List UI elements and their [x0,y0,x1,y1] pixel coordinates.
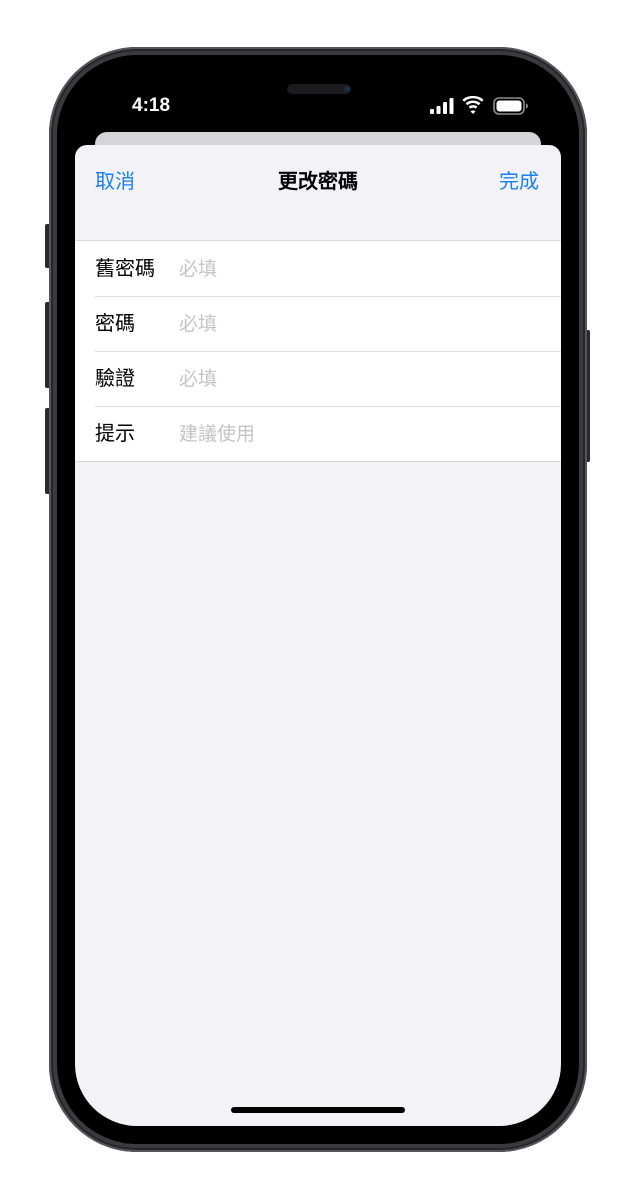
form-row-hint: 提示 [75,406,561,461]
sheet-title: 更改密碼 [278,169,358,193]
old-password-field[interactable] [179,251,539,286]
change-password-sheet: 取消 更改密碼 完成 舊密碼 密碼 驗證 提示 [75,145,561,1126]
form-row-verify: 驗證 [75,351,561,406]
earpiece-speaker [287,84,351,94]
new-password-field[interactable] [179,306,539,341]
password-form: 舊密碼 密碼 驗證 提示 [75,240,561,462]
home-indicator[interactable] [231,1107,405,1113]
form-row-old-password: 舊密碼 [75,241,561,296]
old-password-label: 舊密碼 [95,256,155,280]
hint-label: 提示 [95,421,135,445]
verify-label: 驗證 [95,366,135,390]
page-canvas: 4:18 取消 更改密碼 完成 舊密碼 密碼 [0,0,635,1200]
status-time: 4:18 [132,95,171,116]
done-button[interactable]: 完成 [499,165,539,197]
verify-password-field[interactable] [179,361,539,396]
new-password-label: 密碼 [95,311,135,335]
form-row-new-password: 密碼 [75,296,561,351]
battery-icon [493,97,528,115]
front-camera-icon [344,86,350,92]
cellular-signal-icon [430,98,454,114]
hint-field[interactable] [179,416,539,451]
wifi-icon [462,96,484,114]
